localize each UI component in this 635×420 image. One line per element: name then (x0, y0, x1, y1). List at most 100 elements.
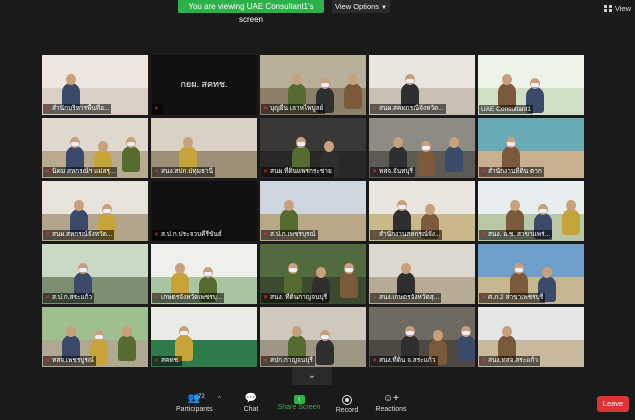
leave-button[interactable]: Leave (597, 396, 629, 412)
participant-name-label: ✕ สปก.กาญจนบุรี (261, 356, 315, 366)
participant-tile[interactable]: ✕ บุญยืน เลาหไพบูลย์ (260, 55, 366, 115)
muted-mic-icon: ✕ (263, 295, 269, 301)
participant-tile[interactable]: ✕ ศ.ภ.2 สาขาเพชรบุรี (478, 244, 584, 304)
participant-name: ส.ป.ก.เพชรบุรณ์ (270, 231, 316, 238)
participant-tile[interactable]: ✕ สำนักงานที่ดิน ตาก (478, 118, 584, 178)
meeting-toolbar: 👥 72 Participants ^ 💬 Chat ↑ Share Scree… (0, 390, 635, 420)
reactions-icon: ☺+ (382, 393, 400, 404)
reactions-button[interactable]: ☺+ Reactions (374, 392, 408, 413)
participant-tile[interactable]: ✕ สนผ.ที่ดินแพรกระชาย (260, 118, 366, 178)
participant-name-label: ✕ สนผ.สคทกรณีจังหวัด... (370, 104, 446, 114)
participant-name-label: UAE Consultant1 (479, 105, 533, 114)
participant-tile[interactable]: ✕ สำนักงานสหกรณ์จัง... (369, 181, 475, 241)
top-bar: You are viewing UAE Consultant1's screen… (0, 0, 635, 24)
participant-name-label: ✕ ส.ป.ก.ประจวบคีรีขันธ์ (152, 230, 224, 240)
participant-tile[interactable]: ✕ สนง. อ.ช. สาขาแพร่... (478, 181, 584, 241)
participant-tile[interactable]: ✕ ส.ป.ก.เพชรบุรณ์ (260, 181, 366, 241)
hide-video-panel-button[interactable]: ⌄ (292, 367, 332, 385)
video-background (369, 181, 475, 214)
muted-mic-icon: ✕ (372, 169, 378, 175)
muted-mic-icon: ✕ (481, 169, 487, 175)
participant-name-label: ✕ ทสจ.เพชรบูรณ์ (43, 356, 96, 366)
participant-tile[interactable]: ✕ สนง. ที่ดินกาญจนบุรี (260, 244, 366, 304)
participant-name: ส.ป.ก.สระแก้ว (52, 294, 93, 301)
participant-tile[interactable]: ✕ ทสจ.เพชรบูรณ์ (42, 307, 148, 367)
participant-tile[interactable]: UAE Consultant1 (478, 55, 584, 115)
muted-mic-icon: ✕ (154, 106, 160, 112)
muted-mic-icon: ✕ (154, 169, 160, 175)
participant-name: สำนักงานสหกรณ์จัง... (379, 231, 441, 238)
participant-name-label: ✕ สนง.ทสจ.สระแก้ว (479, 356, 541, 366)
participant-name-label: ✕ สนง.เกษตรจังหวัดสุ... (370, 293, 442, 303)
muted-mic-icon: ✕ (45, 106, 51, 112)
participant-tile[interactable]: ✕ สนง.สปก.ปทุมธานี (151, 118, 257, 178)
participant-name: ทสจ.เพชรบูรณ์ (52, 357, 94, 364)
participants-count: 72 (198, 394, 205, 400)
muted-mic-icon: ✕ (263, 106, 269, 112)
chevron-down-icon: ⌄ (307, 370, 317, 381)
participant-tile[interactable]: ✕ สนง.ที่ดิน จ.สระแก้ว (369, 307, 475, 367)
participant-name: สคทช. (161, 357, 180, 364)
participant-name: สนง.เกษตรจังหวัดสุ... (379, 294, 440, 301)
chat-icon: 💬 (244, 393, 258, 404)
participants-label: Participants (176, 406, 213, 413)
video-background (260, 118, 366, 151)
participant-name-label: ✕ สนง.ที่ดิน จ.สระแก้ว (370, 356, 438, 366)
participant-tile[interactable]: ✕ สนง.ทสจ.สระแก้ว (478, 307, 584, 367)
participant-name: ทสจ.จันทบุรี (379, 168, 414, 175)
video-background (369, 55, 475, 88)
participants-caret-icon[interactable]: ^ (218, 396, 221, 402)
video-background (478, 307, 584, 340)
record-button[interactable]: Record (334, 392, 360, 414)
participant-name: สำนักงานที่ดิน ตาก (488, 168, 542, 175)
view-button[interactable]: View (603, 4, 631, 13)
muted-mic-icon: ✕ (481, 295, 487, 301)
participant-name: เกษตรจังหวัดเพชรบุ... (161, 294, 223, 301)
chevron-down-icon: ▼ (381, 5, 387, 11)
participant-tile[interactable]: ✕ นิคม สหกรณ์ฯ แม่สรุ... (42, 118, 148, 178)
participant-tile[interactable]: ✕ เกษตรจังหวัดเพชรบุ... (151, 244, 257, 304)
record-label: Record (335, 407, 359, 414)
muted-mic-icon: ✕ (481, 358, 487, 364)
viewing-screen-banner: You are viewing UAE Consultant1's screen (178, 0, 324, 24)
participant-name-label: ✕ สำนักงานที่ดิน ตาก (479, 167, 544, 177)
participant-tile[interactable]: กยผ. สคทช. ✕ (151, 55, 257, 115)
participant-name: สนง.สปก.ปทุมธานี (161, 168, 214, 175)
person-figure (118, 326, 136, 361)
participant-name-label: ✕ ส.ป.ก.เพชรบุรณ์ (261, 230, 318, 240)
participant-name-label: ✕ สนผ.สหกรณ์จังหวัด... (43, 230, 115, 240)
video-background (151, 118, 257, 151)
participant-name: นิคม สหกรณ์ฯ แม่สรุ... (52, 168, 116, 175)
share-screen-label: Share Screen (277, 404, 321, 411)
participant-tile[interactable]: ✕ ทสจ.จันทบุรี (369, 118, 475, 178)
participant-name-label: ✕ สคทช. (152, 356, 182, 366)
video-background (42, 181, 148, 214)
muted-mic-icon: ✕ (154, 358, 160, 364)
participant-name-label: ✕ สำนักงานสหกรณ์จัง... (370, 230, 443, 240)
participant-name: สปก.กาญจนบุรี (270, 357, 313, 364)
participant-tile[interactable]: ✕ สำนักบริหารพื้นที่อ... (42, 55, 148, 115)
participant-tile[interactable]: ✕ สนผ.สคทกรณีจังหวัด... (369, 55, 475, 115)
participant-tile[interactable]: ✕ สคทช. (151, 307, 257, 367)
muted-mic-icon: ✕ (263, 358, 269, 364)
participants-button[interactable]: 👥 72 Participants (176, 392, 213, 413)
view-options-button[interactable]: View Options ▼ (332, 0, 390, 13)
participant-tile[interactable]: ✕ สปก.กาญจนบุรี (260, 307, 366, 367)
chat-button[interactable]: 💬 Chat (239, 392, 263, 413)
participant-tile[interactable]: ✕ ส.ป.ก.ประจวบคีรีขันธ์ (151, 181, 257, 241)
reactions-label: Reactions (375, 406, 407, 413)
video-background (369, 307, 475, 340)
participant-tile[interactable]: ✕ ส.ป.ก.สระแก้ว (42, 244, 148, 304)
participant-name: ศ.ภ.2 สาขาเพชรบุรี (488, 294, 544, 301)
person-figure (417, 141, 435, 176)
grid-icon (603, 5, 612, 12)
participant-name-label: ✕ เกษตรจังหวัดเพชรบุ... (152, 293, 225, 303)
view-label: View (614, 4, 631, 13)
share-screen-button[interactable]: ↑ Share Screen (277, 392, 321, 411)
participant-name: ส.ป.ก.ประจวบคีรีขันธ์ (161, 231, 222, 238)
muted-mic-icon: ✕ (154, 295, 160, 301)
person-figure (344, 74, 362, 109)
participant-tile[interactable]: ✕ สนผ.สหกรณ์จังหวัด... (42, 181, 148, 241)
video-background (42, 244, 148, 277)
participant-tile[interactable]: ✕ สนง.เกษตรจังหวัดสุ... (369, 244, 475, 304)
